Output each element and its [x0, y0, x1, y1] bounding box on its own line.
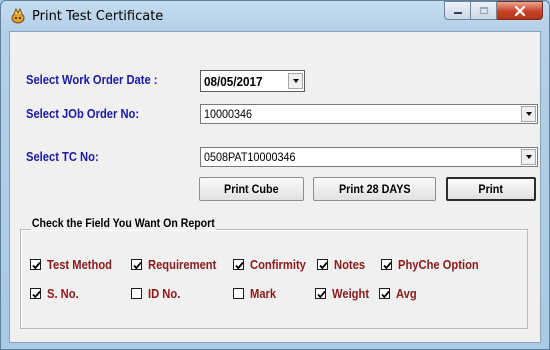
checkbox-avg[interactable]: Avg [379, 285, 420, 301]
tc-no-combobox[interactable]: 0508PAT10000346 [200, 147, 538, 167]
work-order-date-picker[interactable]: 08/05/2017 [200, 70, 305, 92]
checkbox-test-method[interactable]: Test Method [30, 256, 123, 272]
date-dropdown-button[interactable] [288, 73, 303, 89]
checkmark-icon [319, 261, 328, 269]
checkbox-label: Test Method [47, 256, 113, 272]
checkbox-box[interactable] [30, 258, 41, 270]
close-button[interactable] [497, 1, 543, 20]
tc-no-dropdown-button[interactable] [521, 149, 536, 165]
tc-no-label: Select TC No: [26, 149, 99, 164]
caption-buttons [444, 1, 543, 21]
checkbox-box[interactable] [30, 287, 41, 299]
maximize-icon [479, 6, 488, 15]
checkbox-mark[interactable]: Mark [233, 285, 280, 301]
chevron-down-icon [292, 79, 299, 83]
checkbox-box[interactable] [233, 258, 244, 270]
checkbox-label: Weight [332, 285, 370, 301]
checkbox-box[interactable] [381, 258, 392, 270]
checkbox-label: PhyChe Option [398, 256, 479, 272]
checkbox-label: Confirmity [250, 256, 306, 272]
print-28-days-label: Print 28 DAYS [338, 182, 411, 196]
print-test-certificate-window: Print Test Certificate Select Work Order… [0, 0, 550, 350]
print-cube-label: Print Cube [224, 182, 279, 196]
app-icon [11, 8, 25, 24]
checkmark-icon [317, 290, 326, 298]
job-order-value: 10000346 [204, 107, 253, 121]
job-order-dropdown-button[interactable] [521, 106, 536, 122]
minimize-icon [453, 11, 462, 14]
checkmark-icon [32, 261, 41, 269]
checkbox-notes[interactable]: Notes [317, 256, 370, 272]
checkmark-icon [383, 261, 392, 269]
checkbox-box[interactable] [233, 287, 244, 299]
chevron-down-icon [525, 155, 532, 159]
checkbox-label: Avg [396, 285, 417, 301]
title-bar[interactable]: Print Test Certificate [1, 1, 549, 31]
checkbox-box[interactable] [317, 258, 328, 270]
checkbox-label: Requirement [148, 256, 217, 272]
checkbox-box[interactable] [131, 287, 142, 299]
checkbox-label: S. No. [47, 285, 79, 301]
checkbox-confirmity[interactable]: Confirmity [233, 256, 315, 272]
print-label: Print [478, 182, 504, 196]
print-button[interactable]: Print [446, 177, 536, 201]
print-cube-button[interactable]: Print Cube [199, 177, 304, 201]
checkmark-icon [235, 261, 244, 269]
work-order-date-value: 08/05/2017 [204, 74, 263, 89]
minimize-button[interactable] [444, 1, 471, 20]
report-fields-group-title: Check the Field You Want On Report [31, 216, 216, 230]
window-title: Print Test Certificate [32, 9, 164, 24]
report-fields-groupbox [20, 229, 528, 329]
close-icon [514, 5, 525, 16]
checkbox-id-no[interactable]: ID No. [131, 285, 186, 301]
print-28-days-button[interactable]: Print 28 DAYS [313, 177, 436, 201]
maximize-button[interactable] [471, 1, 497, 20]
checkmark-icon [32, 290, 41, 298]
checkbox-label: Notes [334, 256, 366, 272]
checkbox-weight[interactable]: Weight [315, 285, 375, 301]
chevron-down-icon [525, 112, 532, 116]
checkmark-icon [133, 261, 142, 269]
tc-no-value: 0508PAT10000346 [204, 150, 296, 164]
checkbox-phyche-option[interactable]: PhyChe Option [381, 256, 492, 272]
job-order-label: Select JOb Order No: [26, 106, 140, 121]
checkbox-s-no[interactable]: S. No. [30, 285, 84, 301]
work-order-date-label: Select Work Order Date : [26, 72, 158, 87]
checkbox-label: ID No. [148, 285, 181, 301]
checkbox-box[interactable] [315, 287, 326, 299]
checkbox-requirement[interactable]: Requirement [131, 256, 227, 272]
checkbox-box[interactable] [379, 287, 390, 299]
checkbox-label: Mark [250, 285, 277, 301]
checkmark-icon [381, 290, 390, 298]
job-order-combobox[interactable]: 10000346 [200, 104, 538, 124]
checkbox-box[interactable] [131, 258, 142, 270]
